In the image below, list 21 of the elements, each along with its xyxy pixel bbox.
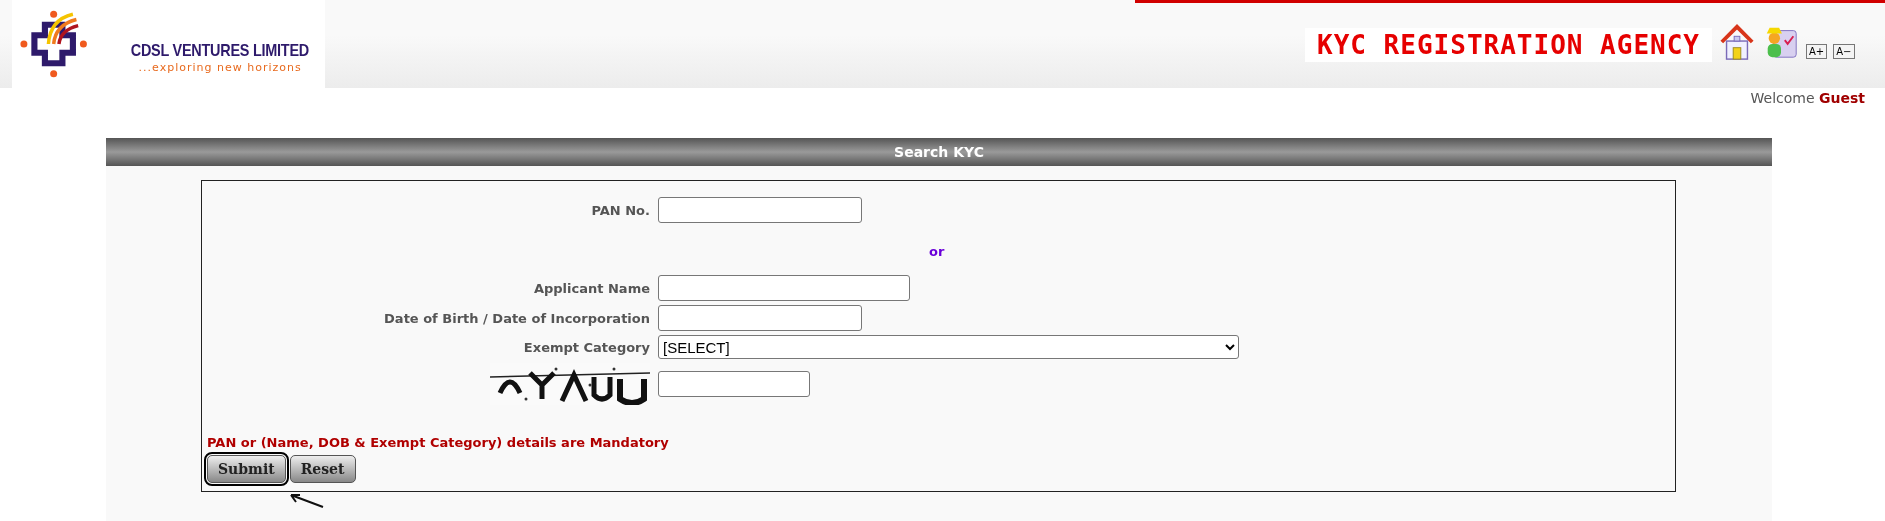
company-name: CDSL VENTURES LIMITED bbox=[131, 40, 310, 61]
field-label: Exempt Category bbox=[523, 339, 650, 355]
field-label: Date of Birth / Date of Incorporation bbox=[384, 310, 650, 326]
mandatory-note: PAN or (Name, DOB & Exempt Category) details are Mandatory bbox=[207, 435, 670, 450]
text-input[interactable] bbox=[658, 275, 910, 301]
arrow-icon bbox=[288, 492, 324, 508]
panel-title: Search KYC bbox=[894, 144, 984, 160]
increase-font-button[interactable]: A+ bbox=[1806, 44, 1828, 59]
field-label: Applicant Name bbox=[533, 280, 650, 296]
text-input[interactable] bbox=[658, 371, 810, 397]
field-label: PAN No. bbox=[591, 202, 650, 218]
text-input[interactable] bbox=[658, 305, 862, 331]
or-separator: or bbox=[929, 243, 945, 259]
exempt-category-select[interactable]: [SELECT] bbox=[658, 335, 1239, 359]
agency-title: KYC REGISTRATION AGENCY bbox=[1305, 28, 1713, 62]
reset-button[interactable]: Reset bbox=[289, 455, 356, 483]
decrease-font-button[interactable]: A− bbox=[1833, 44, 1855, 59]
company-tagline: ...exploring new horizons bbox=[138, 60, 302, 74]
submit-button[interactable]: Submit bbox=[207, 455, 286, 483]
text-input[interactable] bbox=[658, 197, 862, 223]
welcome-text: Welcome Guest bbox=[1750, 89, 1865, 108]
